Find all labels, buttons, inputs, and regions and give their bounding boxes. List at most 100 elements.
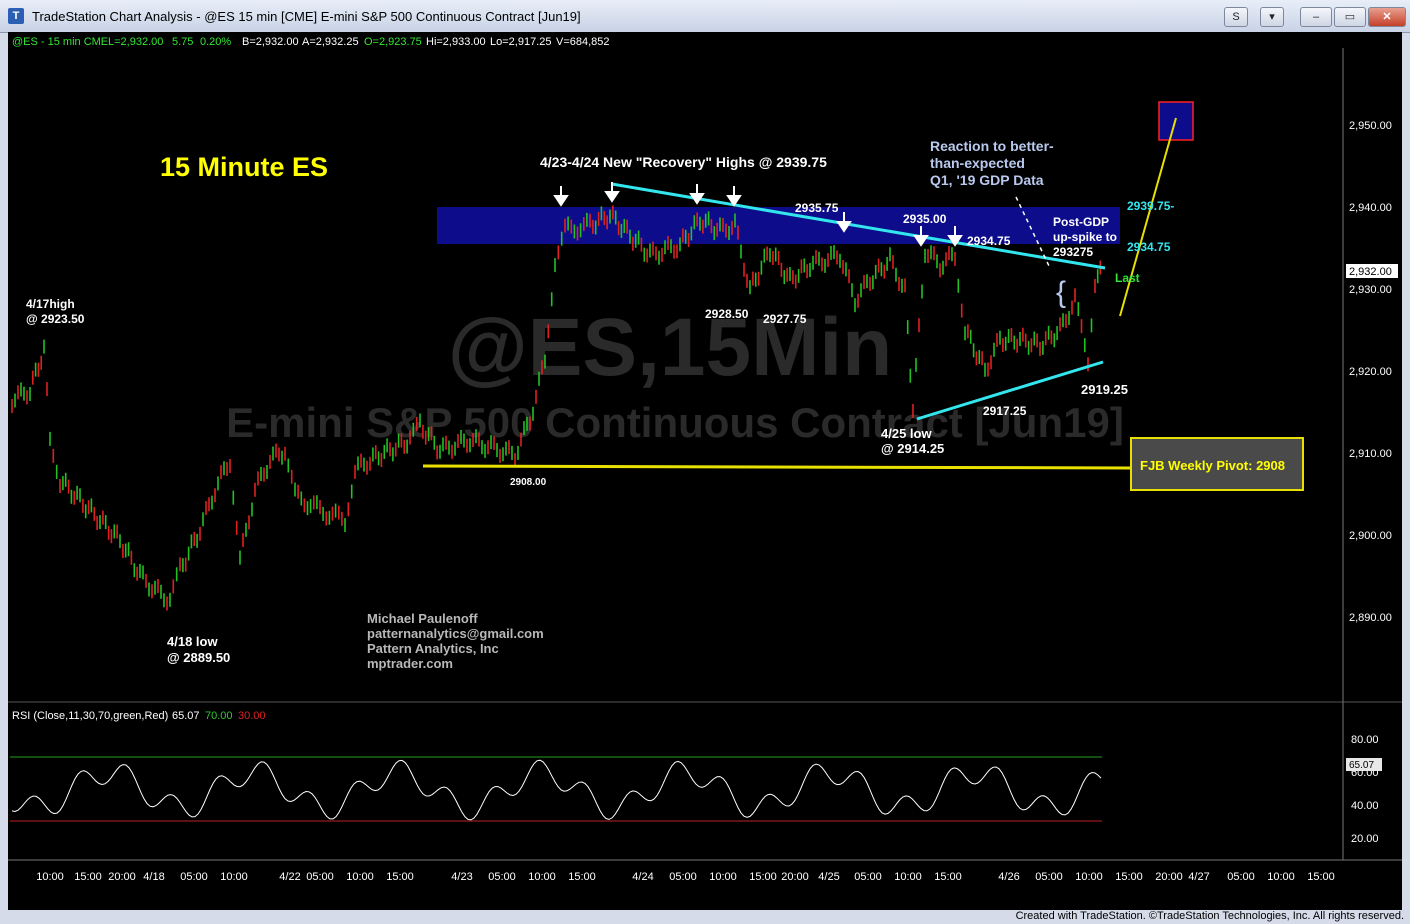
status-bar: Created with TradeStation. ©TradeStation…	[0, 910, 1410, 924]
chart-window[interactable]: @ES - 15 min CME L=2,932.00 5.75 0.20% B…	[8, 32, 1402, 910]
time-axis: 10:00 15:00 20:00 4/18 05:00 10:00 4/22 05:00 10…	[36, 871, 1335, 883]
level-2928-50: 2928.50	[705, 307, 749, 321]
close-button[interactable]: ✕	[1368, 7, 1406, 27]
low-418-annotation-1: 4/18 low	[167, 634, 218, 649]
pivot-line	[422, 464, 1131, 470]
chart-title-annotation: 15 Minute ES	[160, 152, 328, 182]
reaction-annotation-2: than-expected	[930, 155, 1025, 171]
post-gdp-annotation-1: Post-GDP	[1053, 215, 1109, 229]
last-price-marker-text: 2,932.00	[1349, 266, 1392, 278]
tradestation-icon: T	[8, 8, 24, 24]
s-button[interactable]: S	[1224, 7, 1248, 27]
time-tick: 05:00	[854, 871, 882, 883]
level-2934-75: 2934.75	[967, 234, 1011, 248]
rsi-value: 65.07	[172, 710, 200, 722]
rsi-lower: 30.00	[238, 710, 266, 722]
ask-quote: A=2,932.25	[302, 36, 359, 48]
time-tick: 10:00	[709, 871, 737, 883]
cyan-level-2934-75: 2934.75	[1127, 240, 1171, 254]
pivot-annotation: FJB Weekly Pivot: 2908	[1140, 458, 1285, 473]
rsi-marker-text: 65.07	[1349, 760, 1374, 771]
reaction-annotation-1: Reaction to better-	[930, 138, 1054, 154]
high-417-annotation-1: 4/17high	[26, 297, 75, 311]
price-tick: 2,910.00	[1349, 448, 1392, 460]
price-tick: 2,930.00	[1349, 284, 1392, 296]
price-chart[interactable]: @ES - 15 min CME L=2,932.00 5.75 0.20% B…	[8, 32, 1402, 910]
restore-button[interactable]: ▭	[1334, 7, 1366, 27]
time-tick: 4/23	[451, 871, 472, 883]
bid-quote: B=2,932.00	[242, 36, 299, 48]
window-titlebar: T TradeStation Chart Analysis - @ES 15 m…	[0, 0, 1410, 33]
time-tick: 15:00	[1115, 871, 1143, 883]
level-2919-25: 2919.25	[1081, 382, 1128, 397]
high-quote: Hi=2,933.00	[426, 36, 486, 48]
price-tick: 2,920.00	[1349, 366, 1392, 378]
time-tick: 15:00	[74, 871, 102, 883]
time-tick: 15:00	[934, 871, 962, 883]
price-tick: 2,890.00	[1349, 612, 1392, 624]
open-quote: O=2,923.75	[364, 36, 422, 48]
watermark-symbol: @ES,15Min	[448, 302, 893, 393]
low-425-annotation-1: 4/25 low	[881, 426, 932, 441]
dropdown-icon[interactable]: ▾	[1260, 7, 1284, 27]
time-tick: 10:00	[36, 871, 64, 883]
change-quote: 5.75	[172, 36, 193, 48]
low-418-annotation-2: @ 2889.50	[167, 650, 230, 665]
high-417-annotation-2: @ 2923.50	[26, 312, 85, 326]
rsi-upper: 70.00	[205, 710, 233, 722]
time-tick: 05:00	[306, 871, 334, 883]
low-425-annotation-2: @ 2914.25	[881, 441, 944, 456]
time-tick: 15:00	[749, 871, 777, 883]
level-2917-25: 2917.25	[983, 404, 1027, 418]
time-tick: 4/27	[1188, 871, 1209, 883]
price-tick: 2,900.00	[1349, 530, 1392, 542]
low-quote: Lo=2,917.25	[490, 36, 551, 48]
time-tick: 05:00	[1227, 871, 1255, 883]
post-gdp-annotation-2: up-spike to	[1053, 230, 1117, 244]
time-tick: 10:00	[1267, 871, 1295, 883]
time-tick: 20:00	[108, 871, 136, 883]
time-tick: 15:00	[1307, 871, 1335, 883]
brace-icon: {	[1056, 276, 1066, 309]
level-2935-75: 2935.75	[795, 201, 839, 215]
rsi-tick: 80.00	[1351, 734, 1379, 746]
window-title: TradeStation Chart Analysis - @ES 15 min…	[32, 9, 581, 24]
rsi-tick: 40.00	[1351, 800, 1379, 812]
level-2908-00: 2908.00	[510, 477, 547, 488]
pct-quote: 0.20%	[200, 36, 231, 48]
author-name: Michael Paulenoff	[367, 611, 478, 626]
price-tick: 2,950.00	[1349, 120, 1392, 132]
credit-text: Created with TradeStation. ©TradeStation…	[1015, 910, 1404, 922]
author-site: mptrader.com	[367, 656, 453, 671]
time-tick: 4/18	[143, 871, 164, 883]
time-tick: 05:00	[180, 871, 208, 883]
recovery-highs-annotation: 4/23-4/24 New "Recovery" Highs @ 2939.75	[540, 154, 827, 170]
time-tick: 4/22	[279, 871, 300, 883]
post-gdp-annotation-3: 293275	[1053, 245, 1093, 259]
last-label: Last	[1115, 271, 1140, 285]
time-tick: 15:00	[386, 871, 414, 883]
rsi-tick: 20.00	[1351, 833, 1379, 845]
time-tick: 15:00	[568, 871, 596, 883]
time-tick: 10:00	[528, 871, 556, 883]
time-tick: 4/24	[632, 871, 653, 883]
level-2927-75: 2927.75	[763, 312, 807, 326]
cyan-level-2939-75: 2939.75-	[1127, 199, 1174, 213]
level-2935-00: 2935.00	[903, 212, 947, 226]
time-tick: 10:00	[346, 871, 374, 883]
time-tick: 05:00	[669, 871, 697, 883]
reaction-annotation-3: Q1, '19 GDP Data	[930, 172, 1044, 188]
minimize-button[interactable]: –	[1300, 7, 1332, 27]
time-tick: 20:00	[1155, 871, 1183, 883]
time-tick: 4/26	[998, 871, 1019, 883]
time-tick: 10:00	[894, 871, 922, 883]
price-tick: 2,940.00	[1349, 202, 1392, 214]
time-tick: 05:00	[1035, 871, 1063, 883]
volume-quote: V=684,852	[556, 36, 610, 48]
time-tick: 10:00	[1075, 871, 1103, 883]
time-tick: 20:00	[781, 871, 809, 883]
rsi-label: RSI (Close,11,30,70,green,Red)	[12, 710, 168, 722]
symbol-label: @ES - 15 min CME	[12, 36, 108, 48]
time-tick: 4/25	[818, 871, 839, 883]
author-company: Pattern Analytics, Inc	[367, 641, 499, 656]
